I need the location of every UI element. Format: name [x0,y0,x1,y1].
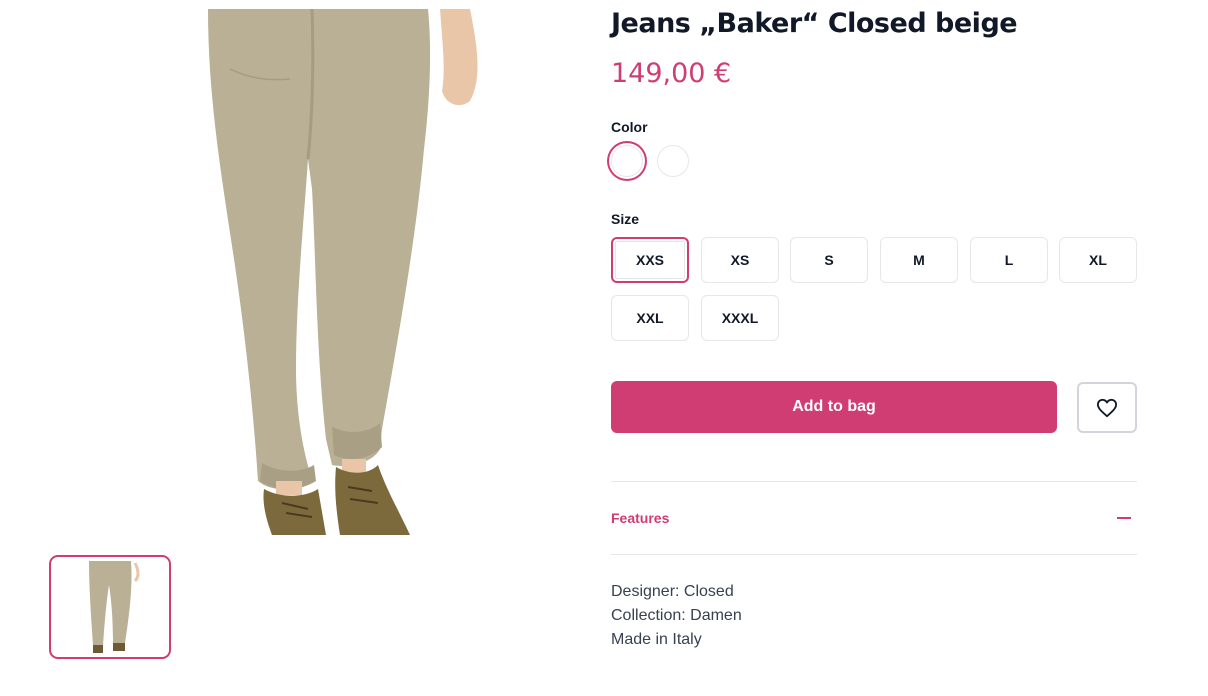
color-swatch-1[interactable] [611,145,643,177]
color-swatch-2[interactable] [657,145,689,177]
product-photo [208,9,478,535]
features-accordion-toggle[interactable]: Features [611,482,1137,554]
features-label: Features [611,510,670,526]
size-option-s[interactable]: S [790,237,868,283]
product-price: 149,00 € [611,58,732,89]
size-option-xxl[interactable]: XXL [611,295,689,341]
color-label: Color [611,119,648,135]
product-title: Jeans „Baker“ Closed beige [611,8,1018,39]
feature-collection: Collection: Damen [611,607,742,624]
minus-icon [1117,517,1131,519]
feature-designer: Designer: Closed [611,583,734,600]
size-option-l[interactable]: L [970,237,1048,283]
features-details: Designer: Closed Collection: Damen Made … [611,580,742,652]
add-to-bag-button[interactable]: Add to bag [611,381,1057,433]
size-option-xl[interactable]: XL [1059,237,1137,283]
size-option-xxs[interactable]: XXS [611,237,689,283]
size-label: Size [611,211,640,227]
size-option-xxxl[interactable]: XXXL [701,295,779,341]
divider-bottom [611,554,1137,555]
product-thumbnail[interactable] [49,555,171,659]
feature-origin: Made in Italy [611,631,702,648]
wishlist-button[interactable] [1077,382,1137,433]
size-option-m[interactable]: M [880,237,958,283]
heart-icon [1096,398,1117,417]
product-main-image [50,9,570,535]
size-option-xs[interactable]: XS [701,237,779,283]
thumbnail-photo [89,561,140,653]
